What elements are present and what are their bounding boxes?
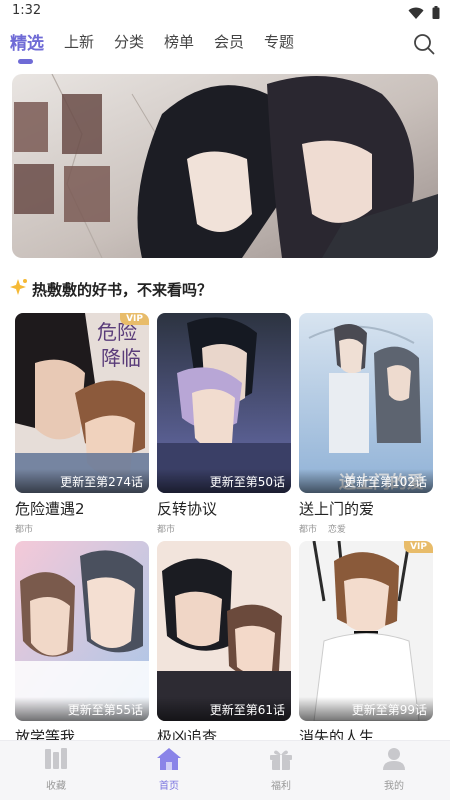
section-header: 热敷敷的好书，不来看吗？ <box>10 278 212 300</box>
comic-cover[interactable]: 更新至第55话 <box>15 541 149 721</box>
comic-cover[interactable]: 更新至第50话 <box>157 313 291 493</box>
tab-rankings[interactable]: 榜单 <box>164 31 194 52</box>
comic-card[interactable]: 危险 降临 VIP 更新至第274话 危险遭遇2 都市 <box>15 313 149 535</box>
comic-cover[interactable]: 更新至第61话 <box>157 541 291 721</box>
comic-cover[interactable]: 危险 降临 VIP 更新至第274话 <box>15 313 149 493</box>
comic-card[interactable]: VIP 更新至第99话 消失的人生 <box>299 541 433 747</box>
tab-members[interactable]: 会员 <box>214 31 244 52</box>
wifi-icon <box>408 4 424 23</box>
tab-featured[interactable]: 精选 <box>10 29 44 54</box>
comic-title[interactable]: 危险遭遇2 <box>15 498 149 519</box>
svg-text:降临: 降临 <box>101 347 141 370</box>
vip-badge: VIP <box>120 313 149 325</box>
tag[interactable]: 都市 <box>157 525 175 535</box>
tag[interactable]: 都市 <box>299 525 317 535</box>
featured-banner[interactable] <box>12 74 438 258</box>
comic-tags: 都市 <box>15 522 149 535</box>
user-icon <box>364 747 424 775</box>
update-progress: 更新至第99话 <box>299 697 433 721</box>
update-progress: 更新至第274话 <box>15 469 149 493</box>
status-bar: 1:32 <box>0 0 450 22</box>
update-progress: 更新至第50话 <box>157 469 291 493</box>
tag[interactable]: 恋爱 <box>328 525 346 535</box>
banner-title-art <box>12 94 132 238</box>
status-time: 1:32 <box>12 3 42 18</box>
nav-benefits[interactable]: 福利 <box>251 747 311 792</box>
search-icon[interactable] <box>412 32 436 56</box>
comic-tags: 都市 <box>157 522 291 535</box>
comic-card[interactable]: 更新至第50话 反转协议 都市 <box>157 313 291 535</box>
comic-card[interactable]: 更新至第55话 放学等我 <box>15 541 149 747</box>
tab-categories[interactable]: 分类 <box>114 31 144 52</box>
battery-icon <box>432 4 440 23</box>
update-progress: 更新至第61话 <box>157 697 291 721</box>
sparkle-icon <box>10 278 28 300</box>
nav-label: 我的 <box>384 781 404 792</box>
nav-label: 收藏 <box>46 781 66 792</box>
comic-card[interactable]: 更新至第61话 极凶追查 <box>157 541 291 747</box>
nav-home[interactable]: 首页 <box>139 747 199 792</box>
bottom-nav: 收藏 首页 福利 我的 <box>0 740 450 800</box>
comic-card[interactable]: 送上门的爱 更新至第102话 送上门的爱 都市 恋爱 <box>299 313 433 535</box>
section-title: 热敷敷的好书，不来看吗？ <box>32 280 213 299</box>
update-progress: 更新至第55话 <box>15 697 149 721</box>
vip-badge: VIP <box>404 541 433 553</box>
tab-indicator <box>18 59 33 64</box>
tab-topics[interactable]: 专题 <box>264 31 294 52</box>
gift-icon <box>251 747 311 775</box>
home-icon <box>139 747 199 775</box>
bookshelf-icon <box>26 747 86 775</box>
comic-cover[interactable]: VIP 更新至第99话 <box>299 541 433 721</box>
comic-cover[interactable]: 送上门的爱 更新至第102话 <box>299 313 433 493</box>
nav-label: 福利 <box>271 781 291 792</box>
comic-title[interactable]: 反转协议 <box>157 498 291 519</box>
update-progress: 更新至第102话 <box>299 469 433 493</box>
comic-title[interactable]: 送上门的爱 <box>299 498 433 519</box>
tab-new[interactable]: 上新 <box>64 31 94 52</box>
nav-label: 首页 <box>159 781 179 792</box>
top-nav: 精选 上新 分类 榜单 会员 专题 <box>0 26 450 70</box>
comic-tags: 都市 恋爱 <box>299 522 433 535</box>
nav-favorites[interactable]: 收藏 <box>26 747 86 792</box>
nav-profile[interactable]: 我的 <box>364 747 424 792</box>
tag[interactable]: 都市 <box>15 525 33 535</box>
